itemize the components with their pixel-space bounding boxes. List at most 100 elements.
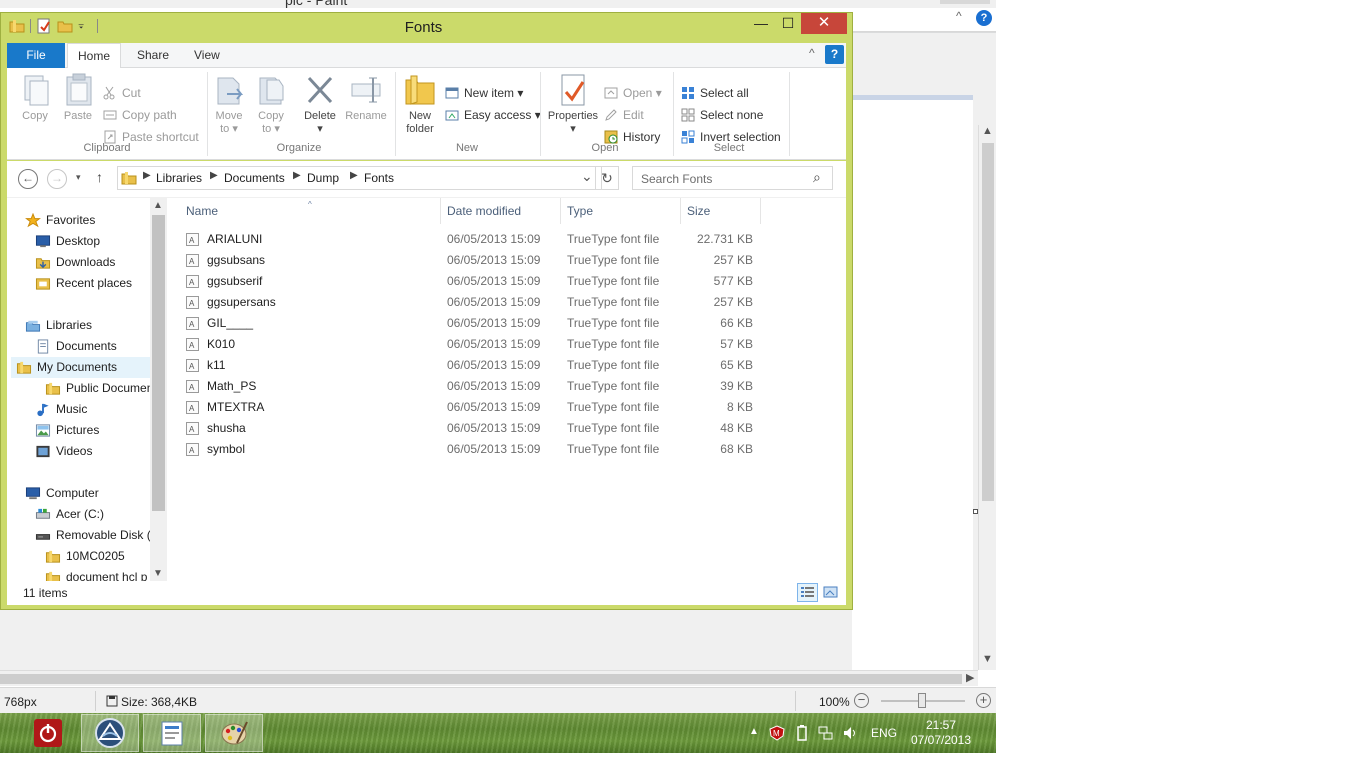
properties-button[interactable]: Properties ▾ (545, 72, 601, 136)
file-row[interactable]: MTEXTRA06/05/2013 15:09TrueType font fil… (180, 397, 770, 419)
taskbar-browser-app[interactable] (81, 714, 139, 752)
clock-date: 07/07/2013 (910, 733, 972, 747)
column-header-date-modified[interactable]: Date modified (429, 198, 549, 224)
navigation-pane-scrollbar[interactable]: ▲ ▼ (150, 198, 167, 582)
paint-titlebar-button[interactable] (940, 0, 990, 4)
organize-group-label: Organize (276, 142, 322, 154)
delete-button[interactable]: Delete ▾ (302, 72, 338, 136)
show-hidden-icons-button[interactable]: ▲ (749, 726, 759, 766)
breadcrumb-separator[interactable]: ▶ (210, 170, 218, 181)
file-row[interactable]: shusha06/05/2013 15:09TrueType font file… (180, 418, 770, 440)
refresh-button[interactable]: ↻ (595, 166, 619, 190)
easy-access-button[interactable]: Easy access ▾ (445, 105, 541, 125)
search-input[interactable]: Search Fonts (641, 172, 712, 186)
column-header-type[interactable]: Type (549, 198, 669, 224)
column-header-name[interactable]: Name ^ (168, 198, 440, 224)
file-row[interactable]: K01006/05/2013 15:09TrueType font file57… (180, 334, 770, 356)
breadcrumb-separator[interactable]: ▶ (350, 170, 358, 181)
new-folder-button[interactable]: New folder (401, 72, 439, 136)
file-row[interactable]: ggsubserif06/05/2013 15:09TrueType font … (180, 271, 770, 293)
maximize-button[interactable]: ☐ (776, 13, 800, 34)
open-button[interactable]: Open ▾ (604, 83, 662, 103)
ribbon-collapse-button[interactable]: ^ (809, 46, 815, 60)
input-language-indicator[interactable]: ENG (871, 726, 897, 766)
large-icons-view-button[interactable] (820, 583, 841, 602)
music-icon (37, 403, 49, 417)
tab-home[interactable]: Home (67, 43, 121, 69)
paint-vertical-scrollbar[interactable]: ▲ ▼ (978, 125, 996, 670)
battery-icon[interactable] (795, 725, 809, 741)
mcafee-shield-icon[interactable]: M (769, 725, 785, 741)
scroll-right-arrow[interactable]: ▶ (966, 671, 974, 684)
paint-ribbon-collapse-button[interactable]: ^ (956, 9, 962, 23)
address-history-dropdown[interactable]: ⌄ (581, 168, 593, 185)
speaker-icon[interactable] (842, 725, 858, 741)
tab-file[interactable]: File (7, 43, 65, 68)
breadcrumb-separator[interactable]: ▶ (143, 170, 151, 181)
file-row[interactable]: symbol06/05/2013 15:09TrueType font file… (180, 439, 770, 461)
details-view-button[interactable] (797, 583, 818, 602)
scroll-down-arrow[interactable]: ▼ (153, 568, 163, 579)
file-row[interactable]: Math_PS06/05/2013 15:09TrueType font fil… (180, 376, 770, 398)
move-to-button[interactable]: Move to ▾ (213, 72, 245, 136)
back-button[interactable]: ← (18, 169, 38, 189)
zoom-slider-thumb[interactable] (918, 693, 926, 708)
close-button[interactable]: ✕ (801, 13, 847, 34)
file-row[interactable]: k1106/05/2013 15:09TrueType font file65 … (180, 355, 770, 377)
ribbon-tab-bar: File Home Share View ^ ? (7, 43, 846, 69)
scroll-up-arrow[interactable]: ▲ (153, 200, 163, 211)
explorer-title-bar[interactable]: Fonts — ☐ ✕ (1, 13, 852, 43)
file-row[interactable]: ARIALUNI06/05/2013 15:09TrueType font fi… (180, 229, 770, 251)
nav-item-my-documents[interactable]: My Documents (11, 357, 150, 378)
network-icon[interactable] (818, 725, 834, 741)
recent-locations-button[interactable]: ▾ (76, 172, 81, 183)
nav-item-label: Public Documents (66, 381, 150, 395)
paint-help-button[interactable]: ? (976, 10, 992, 26)
select-none-button[interactable]: Select none (681, 105, 763, 125)
paste-button[interactable]: Paste (62, 72, 94, 123)
paint-horizontal-scrollbar[interactable]: ▶ (0, 670, 978, 686)
forward-button[interactable]: → (47, 169, 67, 189)
paint-horizontal-scroll-thumb[interactable] (0, 674, 962, 684)
zoom-out-button[interactable]: − (854, 693, 869, 708)
file-size: 48 KB (720, 421, 753, 435)
edit-button[interactable]: Edit (604, 105, 644, 125)
help-button[interactable]: ? (825, 45, 844, 64)
select-group-label: Select (713, 142, 745, 154)
file-row[interactable]: ggsubsans06/05/2013 15:09TrueType font f… (180, 250, 770, 272)
tab-share[interactable]: Share (125, 43, 181, 68)
zoom-in-button[interactable]: + (976, 693, 991, 708)
copy-button[interactable]: Copy (19, 72, 51, 123)
copy-to-button[interactable]: Copy to ▾ (255, 72, 287, 136)
rename-button[interactable]: Rename (345, 72, 387, 123)
font-file-icon (186, 251, 199, 272)
breadcrumb-libraries[interactable]: Libraries (156, 171, 202, 185)
breadcrumb-dump[interactable]: Dump (307, 171, 339, 185)
tab-view[interactable]: View (182, 43, 232, 68)
paint-vertical-scroll-thumb[interactable] (982, 143, 994, 501)
up-button[interactable]: ↑ (96, 169, 103, 185)
copy-path-button[interactable]: Copy path (103, 105, 177, 125)
properties-icon (561, 74, 585, 106)
nav-item-label: 10MC0205 (66, 549, 125, 563)
file-row[interactable]: ggsupersans06/05/2013 15:09TrueType font… (180, 292, 770, 314)
address-bar[interactable]: ▶ Libraries ▶ Documents ▶ Dump ▶ Fonts ⌄ (117, 166, 602, 190)
breadcrumb-separator[interactable]: ▶ (293, 170, 301, 181)
clock[interactable]: 21:57 07/07/2013 (902, 718, 980, 748)
navigation-pane-scroll-thumb[interactable] (152, 215, 165, 511)
scroll-up-arrow[interactable]: ▲ (982, 125, 993, 137)
breadcrumb-documents[interactable]: Documents (224, 171, 285, 185)
search-box[interactable]: Search Fonts ⌕ (632, 166, 833, 190)
taskbar-explorer-app[interactable] (143, 714, 201, 752)
taskbar-power-app[interactable] (29, 714, 67, 752)
cut-button[interactable]: Cut (103, 83, 141, 103)
file-row[interactable]: GIL____06/05/2013 15:09TrueType font fil… (180, 313, 770, 335)
minimize-button[interactable]: — (749, 13, 773, 34)
scroll-down-arrow[interactable]: ▼ (982, 653, 993, 665)
column-header-size[interactable]: Size (669, 198, 749, 224)
select-all-button[interactable]: Select all (681, 83, 749, 103)
taskbar-paint-app[interactable] (205, 714, 263, 752)
search-icon[interactable]: ⌕ (813, 169, 821, 186)
paint-canvas[interactable] (852, 95, 973, 670)
new-item-button[interactable]: New item ▾ (445, 83, 523, 103)
